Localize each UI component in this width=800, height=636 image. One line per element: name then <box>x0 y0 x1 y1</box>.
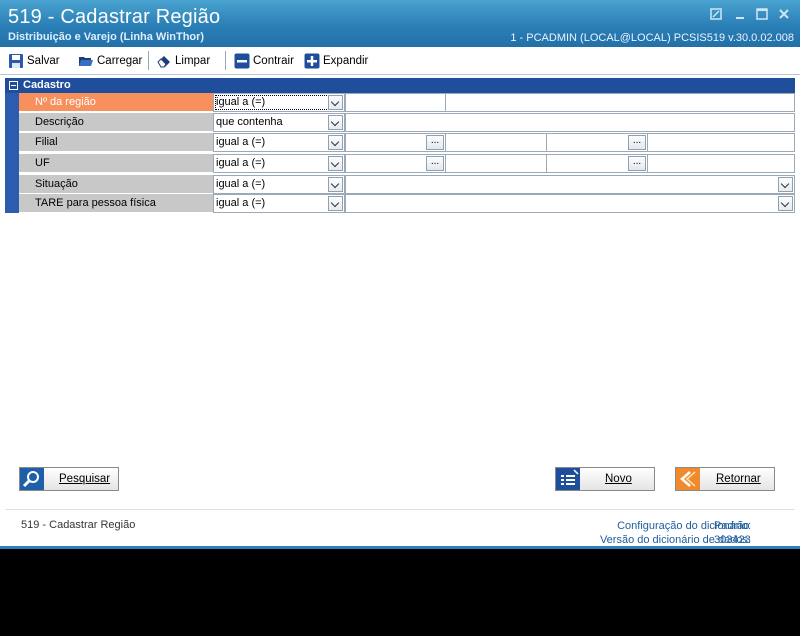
plus-icon <box>304 53 320 69</box>
close-icon[interactable] <box>776 8 792 22</box>
new-button[interactable]: Novo <box>555 467 655 491</box>
window-subtitle: Distribuição e Varejo (Linha WinThor) <box>8 31 205 43</box>
group-side-bar <box>5 93 19 213</box>
operator-select[interactable]: igual a (=) <box>213 154 345 173</box>
operator-value: que contenha <box>216 116 283 128</box>
filter-row-tare: TARE para pessoa física igual a (=) <box>19 194 795 214</box>
operator-value: igual a (=) <box>216 96 266 108</box>
filter-row-state: UF igual a (=) ... ... <box>19 154 795 174</box>
chevron-down-icon[interactable] <box>328 156 343 171</box>
value-input-from[interactable]: ... <box>345 154 446 173</box>
operator-select[interactable]: igual a (=) <box>213 93 345 112</box>
search-label: Pesquisar <box>59 473 111 485</box>
collapse-button[interactable]: Contrair <box>234 51 294 71</box>
title-bar: 519 - Cadastrar Região Distribuição e Va… <box>0 0 800 47</box>
search-icon <box>20 468 44 490</box>
value-description-to <box>647 154 795 173</box>
new-record-icon <box>556 468 580 490</box>
status-values: Padrão 303423 <box>714 519 751 547</box>
value-input-secondary[interactable] <box>445 93 795 112</box>
toolbar-separator <box>225 51 226 70</box>
chevron-down-icon[interactable] <box>328 95 343 110</box>
value-input[interactable] <box>345 93 446 112</box>
collapse-toggle-icon[interactable] <box>9 81 18 90</box>
toolbar-separator <box>148 51 149 70</box>
search-button[interactable]: Pesquisar <box>19 467 119 491</box>
value-description-from <box>445 154 547 173</box>
value-select[interactable] <box>345 175 795 194</box>
expand-button[interactable]: Expandir <box>304 51 368 71</box>
dict-version-value: 303423 <box>714 534 751 546</box>
filter-label: TARE para pessoa física <box>19 194 213 213</box>
minimize-icon[interactable] <box>732 8 748 22</box>
operator-select[interactable]: igual a (=) <box>213 194 345 213</box>
value-select[interactable] <box>345 194 795 213</box>
operator-select[interactable]: igual a (=) <box>213 175 345 194</box>
value-input-to[interactable]: ... <box>546 133 648 152</box>
operator-value: igual a (=) <box>216 136 266 148</box>
eraser-icon <box>156 53 172 69</box>
group-header[interactable]: Cadastro <box>5 78 795 93</box>
filter-label: UF <box>19 154 213 173</box>
maximize-icon[interactable] <box>754 8 770 22</box>
lookup-button[interactable]: ... <box>426 156 444 171</box>
operator-select[interactable]: igual a (=) <box>213 133 345 152</box>
filter-label: Filial <box>19 133 213 152</box>
floppy-icon <box>8 53 24 69</box>
clear-button[interactable]: Limpar <box>156 51 210 71</box>
value-input-to[interactable]: ... <box>546 154 648 173</box>
clear-label: Limpar <box>175 55 211 67</box>
value-input-from[interactable]: ... <box>345 133 446 152</box>
window-title: 519 - Cadastrar Região <box>8 6 221 28</box>
filter-label: Descrição <box>19 113 213 132</box>
window-bottom-border <box>0 546 800 549</box>
operator-value: igual a (=) <box>216 157 266 169</box>
operator-value: igual a (=) <box>216 178 266 190</box>
operator-select[interactable]: que contenha <box>213 113 345 132</box>
chevron-down-icon[interactable] <box>778 177 793 192</box>
group-title: Cadastro <box>23 79 71 91</box>
new-label: Novo <box>605 473 632 485</box>
chevron-down-icon[interactable] <box>328 177 343 192</box>
filter-row-status: Situação igual a (=) <box>19 175 795 195</box>
value-description-from <box>445 133 547 152</box>
status-separator <box>5 509 795 510</box>
save-label: Salvar <box>27 55 60 67</box>
toolbar: Salvar Carregar Limpar Contrair Expandir <box>0 47 800 75</box>
save-button[interactable]: Salvar <box>8 51 60 71</box>
filter-row-branch: Filial igual a (=) ... ... <box>19 133 795 153</box>
value-input[interactable] <box>345 113 795 132</box>
chevron-down-icon[interactable] <box>328 115 343 130</box>
value-description-to <box>647 133 795 152</box>
restore-icon[interactable] <box>708 8 724 22</box>
return-button[interactable]: Retornar <box>675 467 775 491</box>
chevron-down-icon[interactable] <box>778 196 793 211</box>
lookup-button[interactable]: ... <box>628 135 646 150</box>
return-label: Retornar <box>716 473 761 485</box>
lookup-button[interactable]: ... <box>628 156 646 171</box>
load-label: Carregar <box>97 55 143 67</box>
session-info: 1 - PCADMIN (LOCAL@LOCAL) PCSIS519 v.30.… <box>510 32 794 44</box>
collapse-label: Contrair <box>253 55 294 67</box>
app-window: 519 - Cadastrar Região Distribuição e Va… <box>0 0 800 549</box>
expand-label: Expandir <box>323 55 369 67</box>
open-folder-icon <box>78 53 94 69</box>
status-form-name: 519 - Cadastrar Região <box>21 519 136 531</box>
filter-row-description: Descrição que contenha <box>19 113 795 133</box>
dict-config-value[interactable]: Padrão <box>714 519 751 533</box>
chevron-down-icon[interactable] <box>328 135 343 150</box>
lookup-button[interactable]: ... <box>426 135 444 150</box>
return-arrow-icon <box>676 468 700 490</box>
operator-value: igual a (=) <box>216 197 266 209</box>
filter-row-region-number: Nº da região igual a (=) <box>19 93 795 113</box>
minus-icon <box>234 53 250 69</box>
filter-label: Situação <box>19 175 213 194</box>
chevron-down-icon[interactable] <box>328 196 343 211</box>
load-button[interactable]: Carregar <box>78 51 142 71</box>
filter-label: Nº da região <box>19 93 213 112</box>
